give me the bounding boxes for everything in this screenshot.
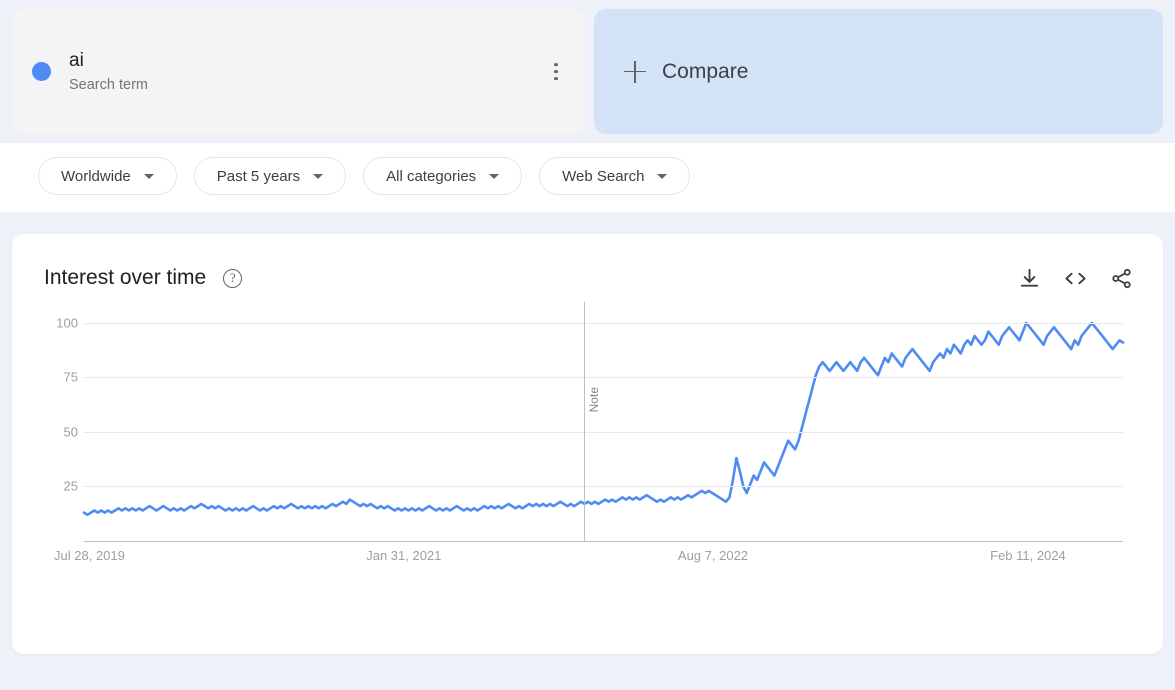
search-term-card[interactable]: ai Search term <box>12 9 584 134</box>
chart-plot-area[interactable]: 25 50 75 100 Note <box>12 302 1163 542</box>
filter-search-type[interactable]: Web Search <box>539 157 691 195</box>
filter-location[interactable]: Worldwide <box>38 157 177 195</box>
x-axis-tick-label: Jan 31, 2021 <box>366 548 442 563</box>
chevron-down-icon <box>657 173 668 179</box>
filter-time-range[interactable]: Past 5 years <box>193 157 347 195</box>
gridline <box>84 377 1123 379</box>
page-title: Interest over time <box>44 266 207 289</box>
gridline <box>84 322 1123 324</box>
gridline <box>84 431 1123 433</box>
help-circle-icon[interactable]: ? <box>223 268 243 288</box>
filter-location-label: Worldwide <box>61 167 131 185</box>
chart-actions <box>1018 267 1133 290</box>
download-icon[interactable] <box>1018 267 1041 290</box>
chart-header: Interest over time ? <box>12 258 1163 298</box>
chevron-down-icon <box>143 173 154 179</box>
filter-time-range-label: Past 5 years <box>216 167 301 185</box>
note-marker-line <box>584 302 586 542</box>
y-axis-tick-label: 50 <box>63 424 78 440</box>
chevron-down-icon <box>313 173 324 179</box>
x-axis-tick-label: Jul 28, 2019 <box>54 548 125 563</box>
series-color-dot <box>32 62 51 81</box>
y-axis-tick-label: 75 <box>63 369 78 385</box>
interest-over-time-card: Interest over time ? 25 50 75 100 Note J… <box>12 234 1163 654</box>
filter-bar: Worldwide Past 5 years All categories We… <box>0 143 1175 212</box>
plus-icon <box>624 60 646 83</box>
embed-code-icon[interactable] <box>1063 267 1088 290</box>
x-axis-tick-label: Feb 11, 2024 <box>990 548 1066 563</box>
y-axis-tick-label: 25 <box>63 478 78 494</box>
filter-category[interactable]: All categories <box>363 157 523 195</box>
search-term-type: Search term <box>69 76 148 93</box>
note-marker-label[interactable]: Note <box>587 387 601 412</box>
query-band: ai Search term Compare <box>0 0 1175 134</box>
y-axis-tick-label: 100 <box>56 315 78 331</box>
gridline <box>84 486 1123 488</box>
chart-card-wrapper: Interest over time ? 25 50 75 100 Note J… <box>0 212 1175 654</box>
share-icon[interactable] <box>1110 267 1133 290</box>
chevron-down-icon <box>489 173 500 179</box>
filter-search-type-label: Web Search <box>562 167 645 185</box>
compare-label: Compare <box>662 59 749 83</box>
x-axis-labels: Jul 28, 2019 Jan 31, 2021 Aug 7, 2022 Feb 1… <box>12 542 1163 568</box>
search-term-value: ai <box>69 49 84 71</box>
more-vertical-icon[interactable] <box>550 59 562 85</box>
compare-button[interactable]: Compare <box>594 9 1163 134</box>
x-axis-tick-label: Aug 7, 2022 <box>677 548 749 563</box>
search-term-text: ai Search term <box>69 50 148 94</box>
filter-category-label: All categories <box>386 167 477 185</box>
trend-line <box>82 321 1125 517</box>
